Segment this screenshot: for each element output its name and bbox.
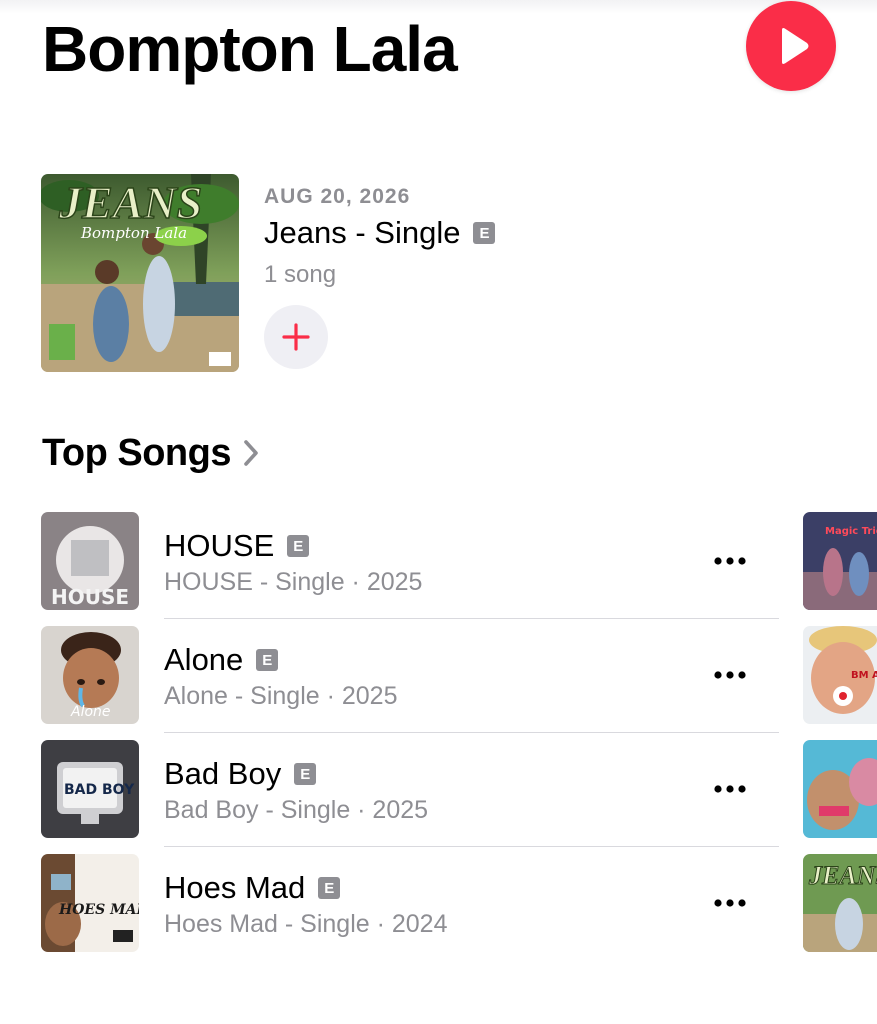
jeans-cover-art: JEANS Bompton Lala	[41, 174, 239, 372]
svg-text:Magic Trick: Magic Trick	[825, 526, 877, 537]
cover-artist-text: Bompton Lala	[80, 224, 187, 242]
hoes-mad-cover-art: HOES MAD	[41, 854, 139, 952]
ellipsis-icon[interactable]	[709, 780, 751, 798]
svg-text:JEANS: JEANS	[808, 861, 877, 890]
play-icon	[782, 28, 809, 64]
latest-release-cover[interactable]: JEANS Bompton Lala	[41, 174, 239, 372]
top-songs-title: Top Songs	[42, 432, 232, 474]
cover-title-text: JEANS	[58, 177, 202, 228]
song-title: HOUSE	[164, 528, 275, 563]
artist-name: Bompton Lala	[42, 13, 458, 85]
song-row[interactable]: Alone Alone E Alone - Single · 2025 BM A…	[0, 626, 877, 740]
song-title: Bad Boy	[164, 756, 282, 791]
bad-boy-cover-art: BAD BOY	[41, 740, 139, 838]
row-separator	[164, 846, 779, 847]
next-column-cover[interactable]: Magic Trick	[803, 512, 877, 610]
song-row[interactable]: HOES MAD Hoes Mad E Hoes Mad - Single · …	[0, 854, 877, 968]
plus-icon	[282, 323, 310, 351]
portrait-cover-art: BM ANT	[803, 626, 877, 724]
ellipsis-icon[interactable]	[709, 894, 751, 912]
song-row[interactable]: HOUSE HOUSE E HOUSE - Single · 2025 Magi…	[0, 512, 877, 626]
next-column-cover[interactable]: BM ANT	[803, 626, 877, 724]
house-cover-art: HOUSE	[41, 512, 139, 610]
song-cover: BAD BOY	[41, 740, 139, 838]
svg-text:HOES MAD: HOES MAD	[58, 902, 139, 918]
chevron-right-icon	[244, 440, 258, 466]
next-column-cover[interactable]: JEANS	[803, 854, 877, 952]
explicit-badge: E	[287, 535, 310, 557]
song-cover: Alone	[41, 626, 139, 724]
song-title: Hoes Mad	[164, 870, 306, 905]
svg-text:BAD BOY: BAD BOY	[64, 782, 135, 798]
alone-cover-art: Alone	[41, 626, 139, 724]
top-songs-heading[interactable]: Top Songs	[42, 430, 259, 476]
release-title[interactable]: Jeans - Single E	[264, 215, 496, 251]
song-title: Alone	[164, 642, 244, 677]
song-subtitle: Alone - Single · 2025	[164, 682, 398, 710]
ellipsis-icon[interactable]	[709, 666, 751, 684]
song-subtitle: HOUSE - Single · 2025	[164, 568, 423, 596]
play-button[interactable]	[746, 1, 836, 91]
release-date: AUG 20, 2026	[264, 185, 411, 208]
release-song-count: 1 song	[264, 261, 337, 288]
song-subtitle: Hoes Mad - Single · 2024	[164, 910, 448, 938]
ellipsis-icon[interactable]	[709, 552, 751, 570]
explicit-badge: E	[256, 649, 279, 671]
row-separator	[164, 618, 779, 619]
jeans-small-cover-art: JEANS	[803, 854, 877, 952]
magic-trick-cover-art: Magic Trick	[803, 512, 877, 610]
song-cover: HOES MAD	[41, 854, 139, 952]
pool-cover-art	[803, 740, 877, 838]
explicit-badge: E	[318, 877, 341, 899]
song-cover: HOUSE	[41, 512, 139, 610]
song-subtitle: Bad Boy - Single · 2025	[164, 796, 429, 824]
svg-text:BM ANT: BM ANT	[851, 670, 877, 681]
explicit-badge: E	[473, 222, 496, 244]
add-to-library-button[interactable]	[264, 305, 328, 369]
explicit-badge: E	[294, 763, 317, 785]
svg-text:HOUSE: HOUSE	[51, 585, 129, 609]
song-row[interactable]: BAD BOY Bad Boy E Bad Boy - Single · 202…	[0, 740, 877, 854]
svg-text:Alone: Alone	[70, 704, 111, 720]
release-title-text: Jeans - Single	[264, 215, 461, 250]
row-separator	[164, 732, 779, 733]
next-column-cover[interactable]	[803, 740, 877, 838]
